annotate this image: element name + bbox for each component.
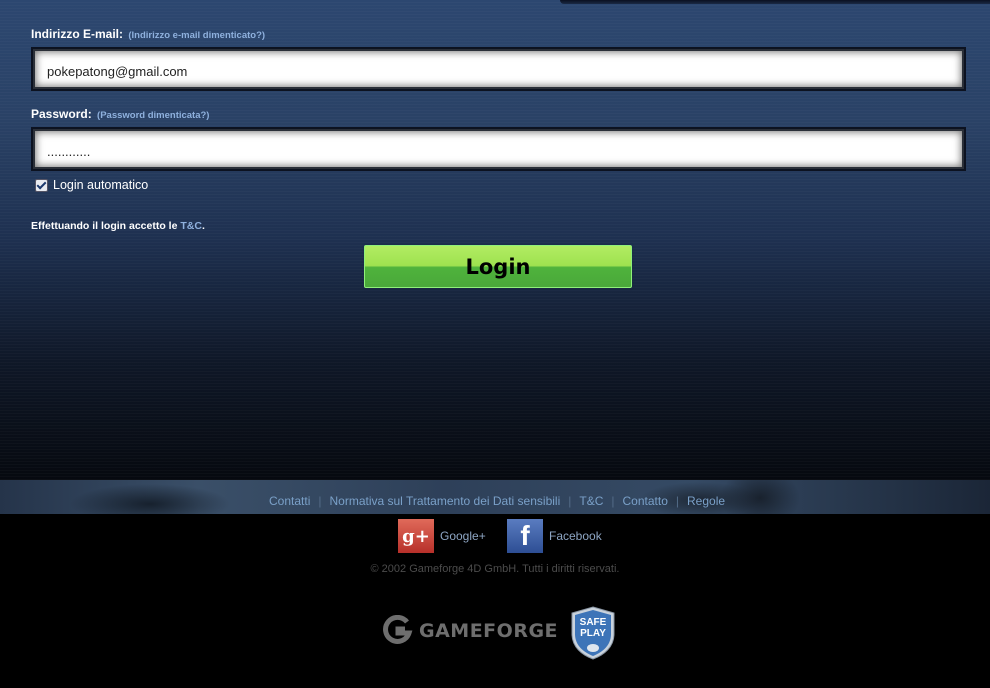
- forgot-password-link[interactable]: (Password dimenticata?): [97, 110, 209, 121]
- footer-link-privacy[interactable]: Normativa sul Trattamento dei Dati sensi…: [329, 494, 560, 508]
- password-label: Password: (Password dimenticata?): [31, 107, 209, 121]
- footer-separator: |: [568, 494, 572, 508]
- footer-link-terms[interactable]: T&C: [579, 494, 603, 508]
- auto-login-label: Login automatico: [53, 178, 149, 192]
- auto-login-row[interactable]: Login automatico: [35, 178, 148, 192]
- gameforge-logo: GAMEFORGE: [381, 615, 558, 647]
- footer-separator: |: [675, 494, 679, 508]
- forgot-email-link[interactable]: (Indirizzo e-mail dimenticato?): [128, 30, 265, 41]
- email-field-box: [31, 47, 966, 91]
- footer-separator: |: [318, 494, 322, 508]
- terms-link[interactable]: T&C: [180, 220, 202, 232]
- terms-text: Effettuando il login accetto le: [31, 220, 178, 232]
- badge-line2: PLAY: [580, 628, 606, 639]
- safe-play-badge-icon: SAFE PLAY: [571, 606, 615, 660]
- email-field[interactable]: [45, 61, 929, 81]
- facebook-label[interactable]: Facebook: [549, 529, 602, 543]
- badge-line1: SAFE: [580, 617, 607, 628]
- password-field-box: [31, 127, 966, 171]
- footer-links: Contatti | Normativa sul Trattamento dei…: [269, 494, 725, 508]
- footer-link-contatti[interactable]: Contatti: [269, 494, 310, 508]
- google-plus-link[interactable]: g+ Google+: [398, 519, 486, 553]
- email-label: Indirizzo E-mail: (Indirizzo e-mail dime…: [31, 27, 265, 41]
- terms-notice: Effettuando il login accetto le T&C.: [31, 220, 205, 232]
- footer-link-contatto[interactable]: Contatto: [623, 494, 668, 508]
- auto-login-checkbox[interactable]: [35, 178, 48, 192]
- footer-separator: |: [611, 494, 615, 508]
- email-label-text: Indirizzo E-mail:: [31, 27, 124, 41]
- gameforge-wordmark: GAMEFORGE: [419, 620, 559, 642]
- facebook-icon[interactable]: f: [507, 519, 543, 553]
- copyright-text: © 2002 Gameforge 4D GmbH. Tutti i diritt…: [370, 563, 620, 575]
- google-plus-icon[interactable]: g+: [398, 519, 434, 553]
- google-plus-label[interactable]: Google+: [440, 529, 486, 543]
- password-field[interactable]: [45, 141, 929, 161]
- login-button[interactable]: Login: [364, 245, 632, 288]
- gameforge-emblem-icon: [383, 615, 413, 644]
- footer-link-regole[interactable]: Regole: [687, 494, 725, 508]
- terms-suffix: .: [201, 220, 205, 232]
- password-label-text: Password:: [31, 107, 92, 121]
- facebook-link[interactable]: f Facebook: [507, 519, 602, 553]
